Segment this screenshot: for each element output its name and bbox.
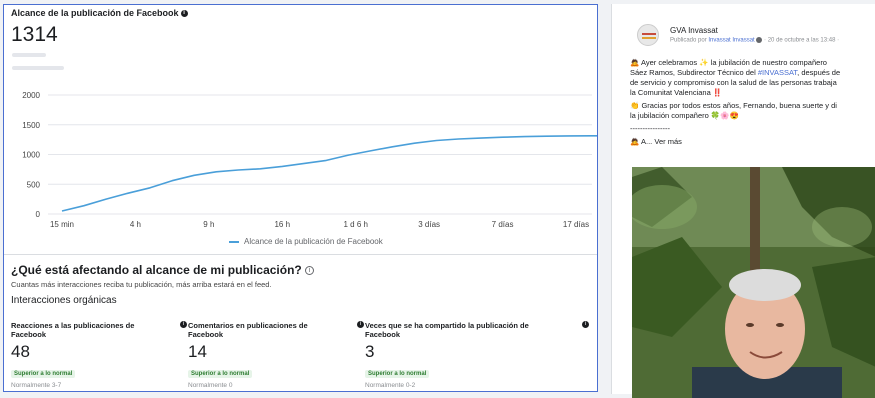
post-text: 🙇 Ayer celebramos ✨ la jubilación de nue… xyxy=(630,58,875,150)
factors-title-text: ¿Qué está afectando al alcance de mi pub… xyxy=(11,263,302,277)
metric-value: 48 xyxy=(11,342,30,361)
help-icon[interactable]: i xyxy=(305,266,315,276)
info-icon[interactable]: i xyxy=(582,321,589,328)
reach-chart-card: Alcance de la publicación de Facebook i 1… xyxy=(4,5,597,255)
metric-shares: Veces que se ha compartido la publicació… xyxy=(365,321,589,389)
post-preview-panel: GVA Invassat Publicado por Invassat Inva… xyxy=(611,4,875,398)
meta-prefix: Publicado por xyxy=(670,37,709,44)
x-tick-label: 15 min xyxy=(50,220,74,229)
post-line: la Comunitat Valenciana ‼️ xyxy=(630,88,723,97)
x-tick-label: 1 d 6 h xyxy=(343,220,367,229)
post-meta: Publicado por Invassat Invassat · 20 de … xyxy=(670,37,839,44)
chart-legend: Alcance de la publicación de Facebook xyxy=(229,237,383,246)
legend-swatch xyxy=(229,240,239,243)
metric-normal-range: Normalmente 0 xyxy=(188,382,233,389)
post-paragraph: 👏 Gracias por todos estos años, Fernando… xyxy=(630,101,875,121)
x-tick-label: 3 días xyxy=(418,220,440,229)
factors-subtitle: Cuantas más interacciones reciba tu publ… xyxy=(11,280,272,289)
x-tick-label: 17 días xyxy=(563,220,589,229)
metric-reactions: Reacciones a las publicaciones de Facebo… xyxy=(11,321,187,389)
metric-label: Veces que se ha compartido la publicació… xyxy=(365,321,529,339)
people-emoji-icon: 🙇 xyxy=(630,58,640,67)
post-date: · 20 de octubre a las 13:48 · xyxy=(762,37,840,44)
x-tick-label: 7 días xyxy=(492,220,514,229)
y-tick-label: 1500 xyxy=(22,121,40,130)
post-paragraph: 🙇 Ayer celebramos ✨ la jubilación de nue… xyxy=(630,58,875,98)
post-line: de servicio y compromiso con la salud de… xyxy=(630,78,837,87)
info-icon[interactable]: i xyxy=(357,321,364,328)
info-icon[interactable]: i xyxy=(180,321,187,328)
post-photo[interactable] xyxy=(632,167,875,398)
insights-panel: Alcance de la publicación de Facebook i 1… xyxy=(3,4,598,392)
metric-value: 3 xyxy=(365,342,375,361)
reach-factors-section: ¿Qué está afectando al alcance de mi pub… xyxy=(11,263,591,306)
post-separator: ---------------- xyxy=(630,124,670,133)
y-tick-label: 0 xyxy=(36,210,41,219)
factors-title: ¿Qué está afectando al alcance de mi pub… xyxy=(11,263,591,277)
organic-interactions-title: Interacciones orgánicas xyxy=(11,295,117,306)
post-line: la jubilación compañero 🍀🌸😍 xyxy=(630,111,739,120)
y-tick-label: 1000 xyxy=(22,151,40,160)
metric-comments: Comentarios en publicaciones de Facebook… xyxy=(188,321,364,389)
metric-label: Comentarios en publicaciones de Facebook xyxy=(188,321,308,339)
metric-normal-range: Normalmente 3-7 xyxy=(11,382,62,389)
avatar[interactable] xyxy=(637,24,659,46)
legend-label: Alcance de la publicación de Facebook xyxy=(244,237,383,246)
post-line: Sáez Ramos, Subdirector Técnico del xyxy=(630,68,758,77)
post-line: , después de xyxy=(797,68,841,77)
reach-line-chart: 0 500 1000 1500 2000 15 min 4 h 9 h 16 h 1 d 6 h 3… xyxy=(22,91,597,229)
see-more-link[interactable]: A... Ver más xyxy=(641,137,682,146)
people-emoji-icon: 🙇 xyxy=(630,137,640,146)
status-badge: Superior a lo normal xyxy=(365,370,430,378)
x-tick-label: 4 h xyxy=(130,220,141,229)
avatar-logo-stripe xyxy=(642,33,656,35)
status-badge: Superior a lo normal xyxy=(11,370,76,378)
x-tick-label: 16 h xyxy=(274,220,290,229)
post-line: Ayer celebramos ✨ la jubilación de nuest… xyxy=(641,58,827,67)
page: Alcance de la publicación de Facebook i 1… xyxy=(0,0,875,398)
status-badge: Superior a lo normal xyxy=(188,370,253,378)
hashtag-link[interactable]: #INVASSAT xyxy=(758,68,797,77)
series-line xyxy=(61,135,597,212)
x-tick-label: 9 h xyxy=(203,220,214,229)
metric-normal-range: Normalmente 0-2 xyxy=(365,382,416,389)
post-line: Gracias por todos estos años, Fernando, … xyxy=(641,101,837,110)
metric-label: Reacciones a las publicaciones de Facebo… xyxy=(11,321,135,339)
clap-emoji-icon: 👏 xyxy=(630,101,640,110)
page-name[interactable]: GVA Invassat xyxy=(670,26,718,35)
y-tick-label: 500 xyxy=(27,180,41,189)
see-more-line: 🙇 A... Ver más xyxy=(630,137,875,147)
photo-image xyxy=(632,167,875,398)
metrics-row: Reacciones a las publicaciones de Facebo… xyxy=(11,321,596,393)
avatar-logo-stripe xyxy=(642,37,656,39)
author-link[interactable]: Invassat Invassat xyxy=(708,38,754,44)
metric-value: 14 xyxy=(188,342,207,361)
y-tick-label: 2000 xyxy=(22,91,40,100)
